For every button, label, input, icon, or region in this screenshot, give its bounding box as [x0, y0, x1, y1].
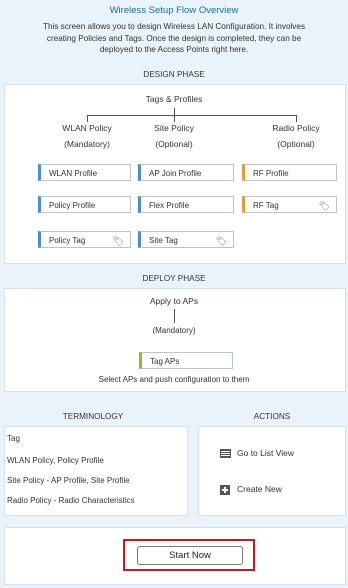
intro-line: creating Policies and Tags. Once the des…: [46, 33, 302, 43]
flex-profile-label: Flex Profile: [149, 201, 190, 210]
radio-policy-sub: (Optional): [277, 139, 315, 149]
wlan-policy-sub: (Mandatory): [64, 139, 110, 149]
policy-tag-button[interactable]: Policy Tag 🏷: [38, 231, 131, 248]
create-new-action[interactable]: Create New: [220, 483, 340, 497]
tag-aps-button[interactable]: Tag APs: [139, 352, 233, 369]
actions-header: ACTIONS: [253, 412, 291, 421]
page-title: Wireless Setup Flow Overview: [109, 5, 239, 16]
site-tag-label: Site Tag: [149, 236, 178, 245]
policy-profile-button[interactable]: Policy Profile: [38, 196, 131, 213]
policy-tag-label: Policy Tag: [49, 236, 86, 245]
tag-icon: 🏷: [215, 236, 227, 246]
tag-icon: 🏷: [112, 236, 124, 246]
flex-profile-button[interactable]: Flex Profile: [138, 196, 234, 213]
ap-join-profile-button[interactable]: AP Join Profile: [138, 164, 234, 181]
design-phase-header: DESIGN PHASE: [143, 70, 205, 79]
intro-line: This screen allows you to design Wireles…: [42, 22, 306, 31]
go-to-list-view-label: Go to List View: [237, 448, 295, 458]
list-view-icon: [220, 449, 231, 458]
terminology-item: Radio Policy - Radio Characteristics: [7, 496, 135, 505]
site-tag-button[interactable]: Site Tag 🏷: [138, 231, 234, 248]
wlan-policy-label: WLAN Policy: [62, 123, 112, 133]
go-to-list-view-action[interactable]: Go to List View: [220, 447, 340, 461]
tree-connector: [174, 309, 175, 323]
create-new-label: Create New: [237, 484, 282, 494]
wlan-profile-button[interactable]: WLAN Profile: [38, 164, 131, 181]
tag-aps-label: Tag APs: [150, 357, 180, 366]
start-now-button[interactable]: Start Now: [137, 546, 243, 565]
deploy-description: Select APs and push configuration to the…: [98, 375, 250, 384]
terminology-item: WLAN Policy, Policy Profile: [7, 456, 104, 465]
plus-icon: [220, 485, 230, 495]
tree-connector: [174, 115, 175, 122]
intro-line: deployed to the Access Points right here…: [99, 45, 249, 55]
tags-profiles-label: Tags & Profiles: [145, 94, 203, 104]
terminology-header: TERMINOLOGY: [62, 412, 124, 421]
terminology-item: Tag: [7, 434, 20, 443]
rf-tag-label: RF Tag: [253, 201, 279, 210]
policy-profile-label: Policy Profile: [49, 201, 96, 210]
tree-connector: [87, 115, 88, 122]
rf-profile-label: RF Profile: [253, 169, 289, 178]
apply-to-aps-label: Apply to APs: [149, 296, 199, 306]
tree-connector: [87, 115, 296, 116]
wlan-profile-label: WLAN Profile: [49, 169, 98, 178]
deploy-phase-header: DEPLOY PHASE: [142, 274, 206, 283]
ap-join-profile-label: AP Join Profile: [149, 169, 202, 178]
site-policy-sub: (Optional): [155, 139, 193, 149]
actions-panel: [198, 426, 346, 516]
deploy-mandatory-label: (Mandatory): [152, 326, 196, 335]
intro-text: This screen allows you to design Wireles…: [6, 21, 342, 56]
rf-tag-button[interactable]: RF Tag 🏷: [242, 196, 337, 213]
tag-icon: 🏷: [318, 201, 330, 211]
site-policy-label: Site Policy: [154, 123, 194, 133]
rf-profile-button[interactable]: RF Profile: [242, 164, 337, 181]
tree-connector: [296, 115, 297, 122]
radio-policy-label: Radio Policy: [272, 123, 320, 133]
terminology-item: Site Policy - AP Profile, Site Profile: [7, 476, 130, 485]
